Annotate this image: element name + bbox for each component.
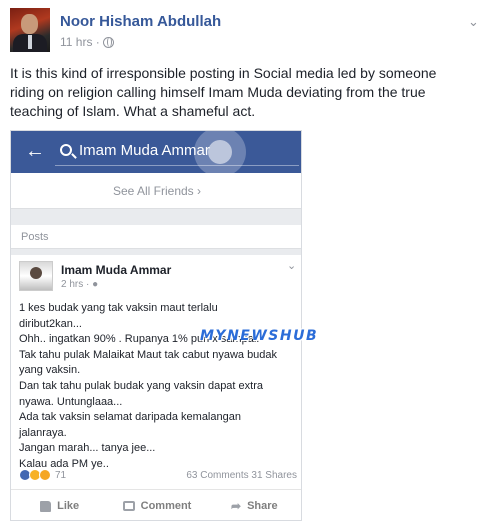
back-arrow-icon: ←	[25, 140, 45, 162]
post-header: Noor Hisham Abdullah 11 hrs · ⌄	[10, 8, 479, 54]
globe-icon	[102, 36, 114, 48]
text-line: nyawa. Untunglaaa...	[19, 395, 123, 408]
text-line: 1 kes budak yang tak vaksin maut terlalu	[19, 302, 218, 314]
shared-screenshot[interactable]: ← Imam Muda Ammar See All Friends › Post…	[10, 130, 302, 521]
post-time[interactable]: 11 hrs ·	[60, 35, 100, 49]
chevron-down-icon: ⌄	[287, 260, 297, 272]
like-label: Like	[57, 500, 80, 512]
embedded-post: Imam Muda Ammar 2 hrs · ● ⌄ 1 kes budak …	[11, 255, 301, 520]
thumbs-up-icon	[40, 500, 52, 512]
embedded-time: 2 hrs · ●	[61, 279, 98, 290]
chevron-right-icon: ›	[197, 184, 202, 198]
see-all-friends: See All Friends ›	[11, 173, 301, 209]
embedded-post-text: 1 kes budak yang tak vaksin maut terlalu…	[19, 301, 297, 473]
chevron-down-icon[interactable]: ⌄	[468, 14, 479, 30]
like-button: Like	[11, 490, 108, 520]
mobile-top-bar: ← Imam Muda Ammar	[11, 131, 301, 177]
author-name[interactable]: Noor Hisham Abdullah	[60, 13, 221, 30]
watermark-logo: MYNEWSHUB	[200, 328, 319, 344]
share-arrow-icon: ➦	[231, 499, 242, 513]
search-icon	[60, 144, 72, 156]
see-all-friends-label: See All Friends	[112, 184, 194, 198]
haha-reaction-icon	[39, 469, 51, 481]
reaction-count: 71	[55, 469, 67, 481]
globe-icon: ●	[92, 279, 99, 290]
action-bar: Like Comment ➦ Share	[11, 489, 301, 520]
embedded-time-text: 2 hrs ·	[61, 279, 90, 290]
post-meta: 11 hrs ·	[60, 35, 114, 49]
embedded-author: Imam Muda Ammar	[61, 263, 172, 277]
text-line: yang vaksin.	[19, 364, 81, 377]
text-line: Tak tahu pulak Malaikat Maut tak cabut n…	[19, 348, 278, 361]
comment-label: Comment	[140, 500, 192, 512]
reactions-summary: 71	[19, 469, 66, 481]
text-line: jalanraya.	[19, 426, 67, 439]
comment-button: Comment	[108, 490, 205, 520]
text-line: Dan tak tahu pulak budak yang vaksin dap…	[19, 379, 263, 392]
share-button: ➦ Share	[206, 490, 301, 520]
posts-section-label: Posts	[11, 225, 301, 249]
embedded-avatar	[19, 261, 53, 291]
search-box: Imam Muda Ammar	[55, 138, 299, 166]
text-line: Ada tak vaksin selamat daripada kemalang…	[19, 411, 241, 424]
comment-icon	[122, 501, 135, 511]
author-avatar[interactable]	[10, 8, 50, 52]
search-query: Imam Muda Ammar	[79, 142, 210, 159]
touch-indicator	[194, 131, 246, 177]
text-line: Jangan marah... tanya jee...	[19, 442, 156, 455]
share-label: Share	[247, 500, 278, 512]
post-text: It is this kind of irresponsible posting…	[10, 65, 437, 119]
comment-share-counts: 63 Comments 31 Shares	[186, 470, 297, 481]
